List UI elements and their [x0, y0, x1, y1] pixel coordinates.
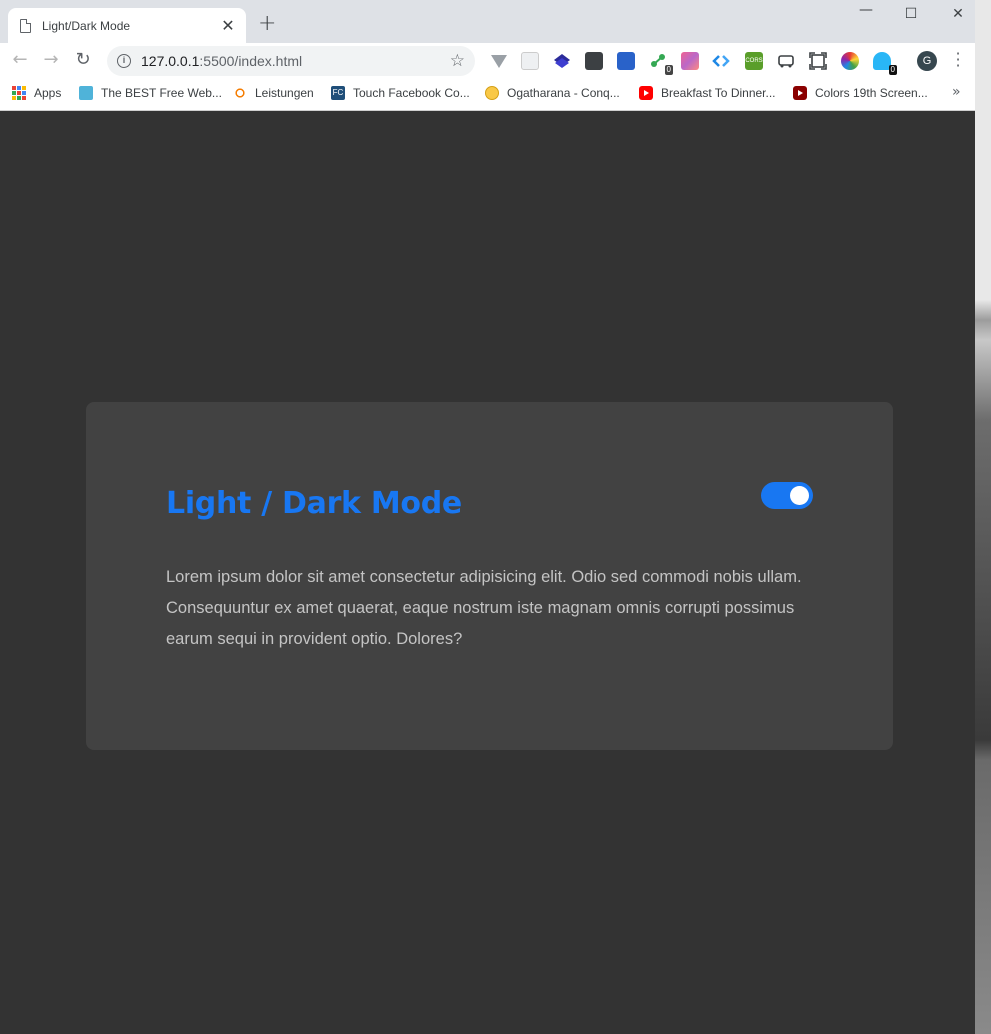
- toggle-knob: [790, 486, 809, 505]
- site-icon: [79, 86, 93, 100]
- bookmark-star-icon[interactable]: ☆: [450, 51, 465, 71]
- react-devtools-icon[interactable]: [521, 52, 539, 70]
- browser-toolbar: ← → ↻ i 127.0.0.1:5500/index.html ☆ 0 CO…: [0, 43, 975, 79]
- url-text[interactable]: 127.0.0.1:5500/index.html: [141, 53, 450, 69]
- bookmark-label: Colors 19th Screen...: [815, 86, 928, 100]
- page-icon: [20, 18, 31, 33]
- vue-devtools-icon[interactable]: [490, 52, 508, 70]
- sun-logo-icon: [233, 86, 247, 100]
- theme-toggle[interactable]: [761, 482, 813, 509]
- ghost-icon[interactable]: 0: [873, 52, 897, 75]
- bus-icon[interactable]: [777, 52, 795, 70]
- desktop-background: [975, 0, 991, 1034]
- close-window-button[interactable]: ✕: [948, 6, 968, 22]
- bookmark-label: Touch Facebook Co...: [353, 86, 470, 100]
- body-text: Lorem ipsum dolor sit amet consectetur a…: [166, 568, 802, 648]
- apps-grid-icon: [12, 86, 26, 100]
- bookmark-breakfast[interactable]: Breakfast To Dinner...: [639, 86, 776, 100]
- bookmark-colors[interactable]: Colors 19th Screen...: [793, 86, 928, 100]
- close-tab-icon[interactable]: ✕: [220, 17, 236, 34]
- minimize-button[interactable]: —: [856, 2, 876, 18]
- content-card: Light / Dark Mode Lorem ipsum dolor sit …: [86, 402, 893, 750]
- fc-icon: FC: [331, 86, 345, 100]
- color-wheel-icon[interactable]: [841, 52, 859, 70]
- cors-icon[interactable]: CORS: [745, 52, 763, 70]
- bookmark-best-free-web[interactable]: The BEST Free Web...: [79, 86, 222, 100]
- bookmarks-bar: Apps The BEST Free Web... Leistungen FC …: [0, 79, 975, 111]
- bookmark-apps[interactable]: Apps: [12, 86, 61, 100]
- maximize-button[interactable]: ☐: [901, 6, 921, 22]
- profile-avatar[interactable]: G: [917, 51, 937, 71]
- layers-icon[interactable]: [553, 52, 571, 70]
- youtube-icon: [639, 86, 653, 100]
- new-tab-button[interactable]: +: [258, 13, 276, 35]
- page-title: Light / Dark Mode: [166, 486, 462, 521]
- address-bar[interactable]: i 127.0.0.1:5500/index.html ☆: [107, 46, 475, 76]
- bookmark-label: Ogatharana - Conq...: [507, 86, 620, 100]
- active-tab[interactable]: Light/Dark Mode ✕: [8, 8, 246, 43]
- page-viewport: Light / Dark Mode Lorem ipsum dolor sit …: [0, 112, 975, 1034]
- network-icon[interactable]: 0: [649, 52, 673, 75]
- circle-icon: [485, 86, 499, 100]
- bookmark-label: Leistungen: [255, 86, 314, 100]
- gradient-icon[interactable]: [681, 52, 699, 70]
- youtube-dark-icon: [793, 86, 807, 100]
- bookmark-leistungen[interactable]: Leistungen: [233, 86, 314, 100]
- bookmark-label: The BEST Free Web...: [101, 86, 222, 100]
- folder-icon[interactable]: [617, 52, 635, 70]
- browser-window: Light/Dark Mode ✕ + — ☐ ✕ ← → ↻ i 127.0.…: [0, 0, 975, 1034]
- reload-button[interactable]: ↻: [73, 51, 93, 69]
- site-info-icon[interactable]: i: [117, 54, 131, 68]
- menu-dots-icon[interactable]: · · ·: [952, 46, 964, 74]
- bookmark-label: Breakfast To Dinner...: [661, 86, 776, 100]
- bookmark-touch-facebook[interactable]: FC Touch Facebook Co...: [331, 86, 470, 100]
- code-arrows-icon[interactable]: [712, 52, 730, 70]
- back-button[interactable]: ←: [10, 51, 30, 69]
- tab-strip: Light/Dark Mode ✕ + — ☐ ✕: [0, 0, 975, 43]
- more-bookmarks-icon[interactable]: »: [952, 84, 961, 100]
- lightbulb-icon[interactable]: [585, 52, 603, 70]
- tab-title: Light/Dark Mode: [42, 18, 131, 33]
- forward-button[interactable]: →: [41, 51, 61, 69]
- bookmark-ogatharana[interactable]: Ogatharana - Conq...: [485, 86, 620, 100]
- bookmark-label: Apps: [34, 86, 62, 100]
- screenshot-icon[interactable]: [809, 52, 827, 70]
